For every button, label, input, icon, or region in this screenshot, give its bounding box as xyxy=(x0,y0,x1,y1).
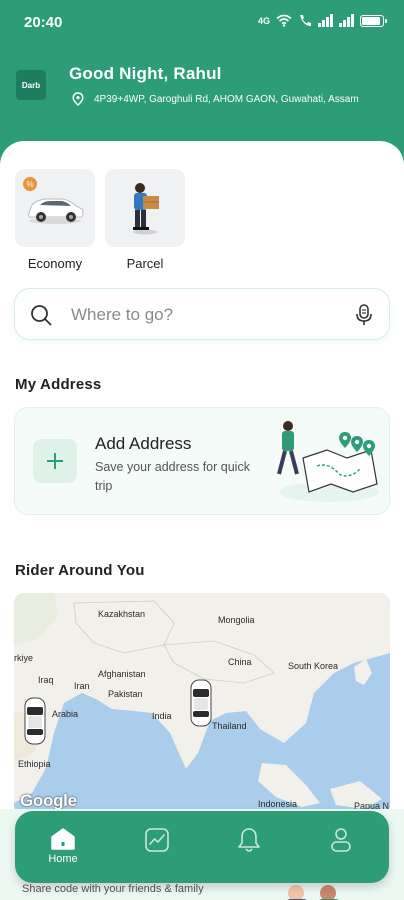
add-address-title: Add Address xyxy=(95,434,192,453)
nav-notifications[interactable] xyxy=(219,827,279,853)
add-address-subtitle: Save your address for quick trip xyxy=(95,460,250,493)
service-parcel[interactable]: Parcel xyxy=(105,169,185,271)
rider-around-heading: Rider Around You xyxy=(15,562,145,579)
map-label: Mongolia xyxy=(218,615,255,625)
map-label: South Korea xyxy=(288,661,339,671)
rider-car-icon[interactable] xyxy=(190,679,212,727)
battery-icon xyxy=(360,14,387,27)
nav-home[interactable]: Home xyxy=(33,827,93,865)
header: Darb Good Night, Rahul 4P39+4WP, Garoghu… xyxy=(0,58,404,128)
service-label: Economy xyxy=(27,256,83,271)
bottom-navigation: Home xyxy=(15,811,389,883)
home-icon xyxy=(51,828,75,850)
car-icon xyxy=(28,198,84,224)
rider-car-icon[interactable] xyxy=(24,697,46,745)
map-label: Kazakhstan xyxy=(98,609,146,619)
location-pin-icon xyxy=(72,92,84,106)
service-label: Parcel xyxy=(126,256,164,271)
network-type-label: 4G xyxy=(257,15,270,26)
call-icon xyxy=(300,15,311,26)
service-economy[interactable]: % Economy xyxy=(15,169,95,271)
google-attribution: Google xyxy=(20,791,77,810)
map-label: Pakistan xyxy=(108,689,143,699)
activity-icon xyxy=(145,828,169,852)
signal-icon xyxy=(318,14,333,27)
map-label: Iraq xyxy=(38,675,54,685)
parcel-delivery-icon xyxy=(133,183,159,235)
service-tile: % xyxy=(15,169,95,247)
wifi-icon xyxy=(276,14,292,27)
app-logo: Darb xyxy=(16,70,46,100)
map-label: Afghanistan xyxy=(98,669,146,679)
service-tile xyxy=(105,169,185,247)
map-label: Arabia xyxy=(52,709,79,719)
search-bar[interactable] xyxy=(14,288,390,340)
map-label: Thailand xyxy=(212,721,247,731)
status-bar: 20:40 4G xyxy=(0,0,404,46)
greeting-text: Good Night, Rahul xyxy=(69,64,222,83)
bell-icon xyxy=(238,828,260,852)
search-input[interactable] xyxy=(71,301,341,329)
profile-icon xyxy=(331,828,351,852)
nav-label: Home xyxy=(48,853,78,865)
map-label: Iran xyxy=(74,681,90,691)
my-address-heading: My Address xyxy=(15,376,102,393)
add-address-card[interactable]: Add Address Save your address for quick … xyxy=(14,407,390,515)
search-icon xyxy=(31,305,52,326)
map-label: India xyxy=(152,711,172,721)
map-label: China xyxy=(228,657,252,667)
microphone-icon[interactable] xyxy=(355,303,373,327)
riders-map[interactable]: Kazakhstan Mongolia China South Korea Af… xyxy=(14,593,390,815)
plus-icon xyxy=(47,453,63,469)
map-label: Ethiopia xyxy=(18,759,51,769)
nav-profile[interactable] xyxy=(311,827,371,853)
location-text: 4P39+4WP, Garoghuli Rd, AHOM GAON, Guwah… xyxy=(94,93,359,105)
current-location[interactable]: 4P39+4WP, Garoghuli Rd, AHOM GAON, Guwah… xyxy=(71,92,401,106)
status-time: 20:40 xyxy=(24,14,63,31)
discount-badge-icon: % xyxy=(23,177,37,191)
status-icons: 4G xyxy=(257,14,387,27)
map-label: rkiye xyxy=(14,653,34,663)
add-address-button[interactable] xyxy=(33,439,77,483)
main-content: % Economy Parcel Where to go? My Address… xyxy=(0,141,404,900)
map-illustration-icon xyxy=(277,421,379,502)
map-label: Indonesia xyxy=(258,799,298,809)
nav-activity[interactable] xyxy=(127,827,187,853)
signal-icon xyxy=(339,14,354,27)
referral-text: Share code with your friends & family xyxy=(22,883,204,895)
